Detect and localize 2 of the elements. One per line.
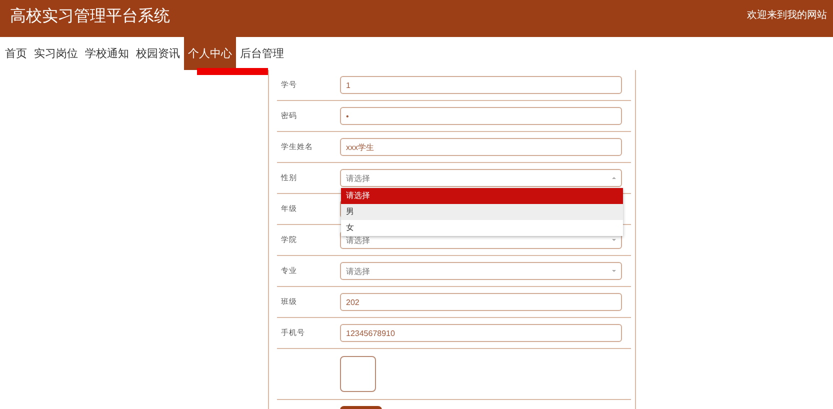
- site-title: 高校实习管理平台系统: [10, 6, 170, 27]
- welcome-text: 欢迎来到我的网站: [747, 8, 827, 22]
